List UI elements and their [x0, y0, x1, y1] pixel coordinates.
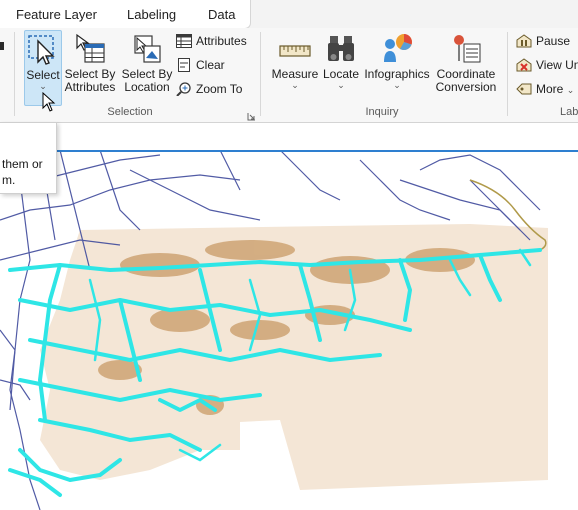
tab-labeling[interactable]: Labeling [127, 7, 176, 22]
view-unplaced-label: View Un [536, 58, 578, 72]
coordinate-conversion-button[interactable]: Coordinate Conversion [434, 30, 498, 104]
map-canvas [0, 150, 548, 510]
pause-label: Pause [536, 34, 571, 48]
chevron-down-icon: ⌄ [566, 85, 575, 95]
chevron-down-icon: ⌄ [337, 80, 345, 90]
clear-selection-icon [176, 58, 192, 72]
ruler-icon [278, 32, 312, 66]
view-unplaced-icon [516, 58, 532, 72]
ribbon-tab-strip: Feature Layer Labeling Data [0, 0, 578, 29]
table-icon [176, 34, 192, 48]
zoom-to-selection-button[interactable]: Zoom To [176, 82, 242, 102]
chevron-down-icon: ⌄ [291, 80, 299, 90]
dialog-launcher-icon[interactable] [247, 108, 256, 121]
binoculars-icon [324, 32, 358, 66]
selection-group-label: Selection [107, 106, 153, 118]
contextual-tab-group: Feature Layer Labeling Data [0, 0, 251, 29]
select-by-attributes-icon [73, 32, 107, 66]
clear-label: Clear [196, 58, 225, 72]
select-arrow-icon [26, 33, 60, 67]
more-button[interactable]: More ⌄ [516, 82, 574, 102]
coordinate-conversion-icon [449, 32, 483, 66]
select-tooltip: them or m. [0, 122, 57, 194]
attributes-label: Attributes [196, 34, 247, 48]
coordinate-conversion-label-line2: Conversion [435, 80, 497, 94]
select-by-attributes-button[interactable]: Select By Attributes [62, 30, 118, 104]
map-frame-top-edge [56, 150, 578, 152]
ribbon: Select ⌄ Select By Attributes Select By … [0, 28, 578, 123]
label-tag-icon [516, 82, 532, 96]
pause-label-icon [516, 34, 532, 48]
tab-data[interactable]: Data [208, 7, 235, 22]
map-view[interactable] [0, 150, 578, 510]
view-unplaced-button[interactable]: View Un [516, 58, 578, 78]
tooltip-text-line1: them or [2, 157, 43, 171]
clear-selection-button[interactable]: Clear [176, 58, 225, 78]
pause-labeling-button[interactable]: Pause [516, 34, 570, 54]
more-label: More [536, 82, 564, 96]
infographics-icon [380, 32, 414, 66]
mouse-cursor-icon [42, 91, 56, 117]
locate-button[interactable]: Locate ⌄ [322, 30, 360, 104]
group-separator [260, 32, 261, 116]
group-separator [507, 32, 508, 116]
measure-button[interactable]: Measure ⌄ [268, 30, 322, 104]
zoom-to-icon [176, 82, 192, 97]
select-by-location-icon [130, 32, 164, 66]
tab-feature-layer[interactable]: Feature Layer [16, 7, 97, 22]
inquiry-group-label: Inquiry [365, 106, 399, 118]
infographics-button[interactable]: Infographics ⌄ [362, 30, 432, 104]
chevron-down-icon: ⌄ [393, 80, 401, 90]
group-separator [14, 32, 15, 116]
select-by-location-button[interactable]: Select By Location [120, 30, 174, 104]
previous-button-fragment[interactable] [0, 38, 6, 50]
labeling-group-label: Lab [560, 106, 578, 118]
select-by-attributes-label-line2: Attributes [64, 80, 116, 94]
attributes-button[interactable]: Attributes [176, 34, 247, 54]
chevron-down-icon: ⌄ [39, 81, 47, 91]
select-by-location-label-line2: Location [124, 80, 170, 94]
zoom-to-label: Zoom To [196, 82, 243, 96]
tooltip-text-line2: m. [2, 173, 16, 187]
